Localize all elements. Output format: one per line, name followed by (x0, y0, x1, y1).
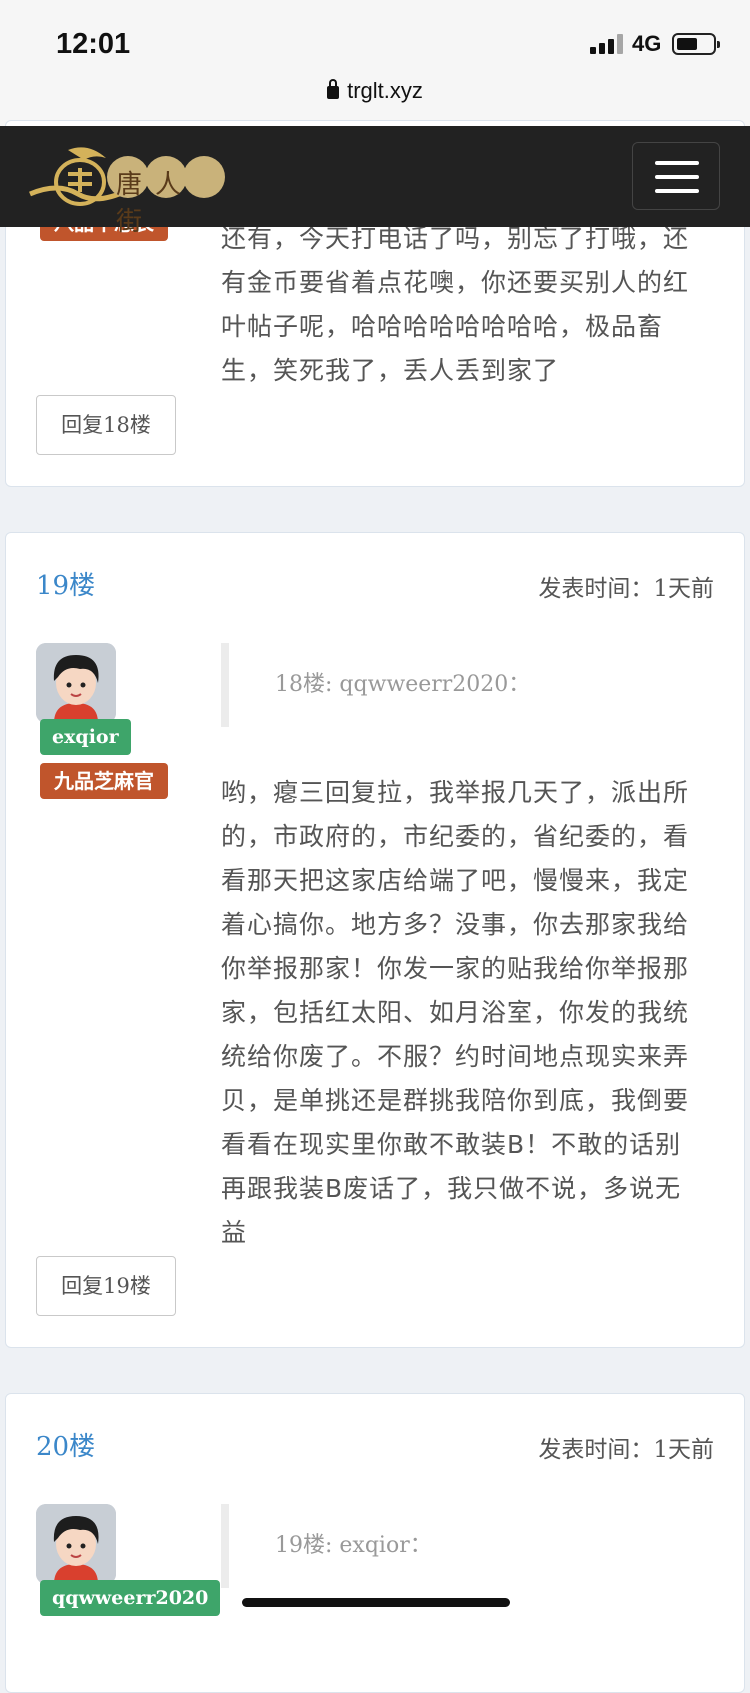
post-body: 还有，今天打电话了吗，别忘了打哦，还有金币要省着点花噢，你还要买别人的红叶帖子呢… (221, 224, 690, 385)
quoted-reply: 18楼: qqwweerr2020： (221, 643, 701, 727)
reply-button[interactable]: 回复18楼 (36, 395, 176, 455)
site-logo[interactable]: 唐人街 (28, 142, 228, 237)
avatar (36, 643, 116, 723)
post-card: 20楼 发表时间：1天前 qqwweerr2020 19楼: exqior： (5, 1393, 745, 1693)
address-bar[interactable]: trglt.xyz (0, 78, 750, 104)
floor-number: 20楼 (36, 1432, 96, 1462)
cartoon-avatar-icon (36, 643, 116, 723)
battery-icon (672, 33, 720, 55)
logo-text: 唐人街 (116, 170, 195, 237)
network-type: 4G (632, 31, 662, 56)
site-navbar: 唐人街 (0, 126, 750, 237)
cartoon-avatar-icon (36, 1504, 116, 1584)
clock: 12:01 (56, 28, 131, 60)
signal-icon (590, 34, 624, 54)
url-text: trglt.xyz (347, 78, 423, 103)
username-badge[interactable]: qqwweerr2020 (40, 1580, 221, 1616)
status-bar: 12:01 4G trglt.xyz (0, 0, 750, 126)
floor-number: 19楼 (36, 571, 96, 601)
username-badge[interactable]: exqior (40, 719, 131, 755)
home-indicator (242, 1598, 510, 1607)
user-rank-badge: 九品芝麻官 (40, 763, 168, 799)
avatar (36, 1504, 116, 1584)
post-time: 发表时间：1天前 (538, 1437, 714, 1463)
reply-button[interactable]: 回复19楼 (36, 1256, 176, 1316)
hamburger-menu-button[interactable] (632, 142, 720, 210)
lock-icon (327, 79, 340, 99)
post-time: 发表时间：1天前 (538, 576, 714, 602)
post-card: 19楼 发表时间：1天前 exqior 九品芝麻官 18楼: qqwweerr2… (5, 532, 745, 1348)
quoted-reply: 19楼: exqior： (221, 1504, 701, 1588)
post-body: 哟，瘪三回复拉，我举报几天了，派出所的，市政府的，市纪委的，省纪委的，看看那天把… (221, 778, 690, 1247)
